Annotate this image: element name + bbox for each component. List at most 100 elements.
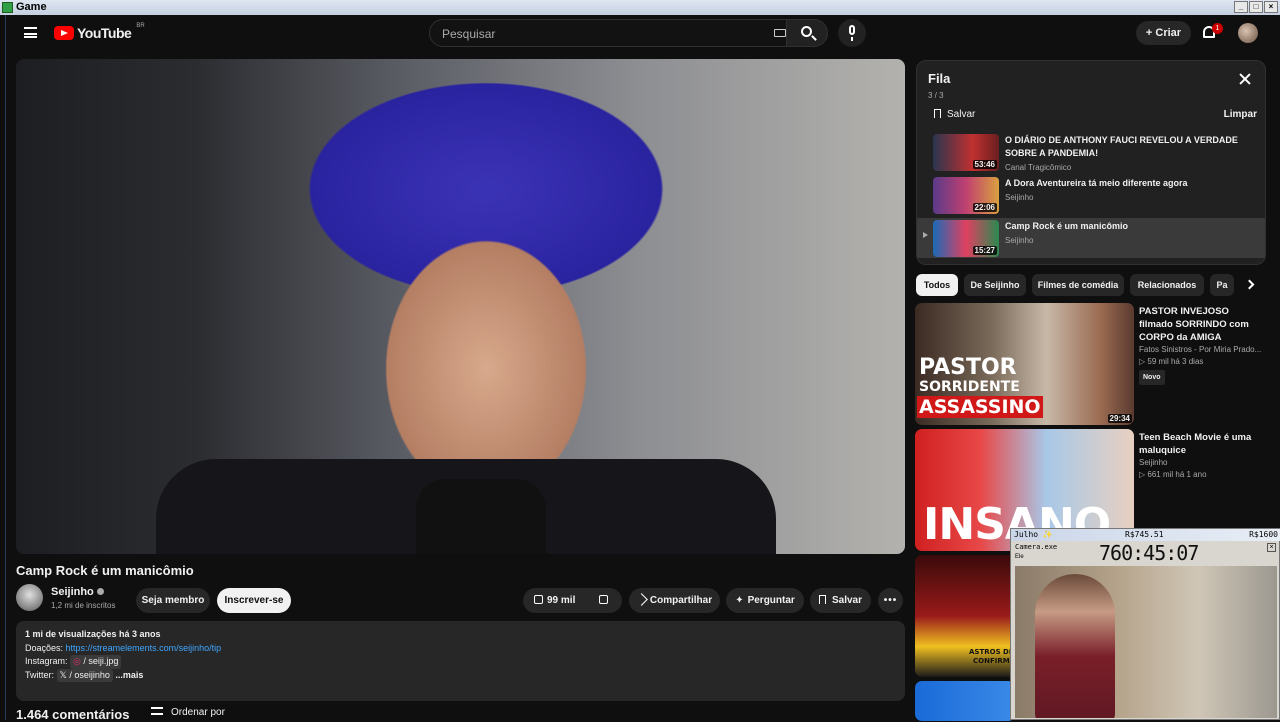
save-label: Salvar xyxy=(831,595,863,606)
camera-caption: Ele xyxy=(1015,554,1024,560)
instagram-icon: ◎ xyxy=(73,656,81,666)
thumb-text: ASSASSINO xyxy=(917,396,1043,418)
queue-item-current[interactable]: 15:27 Camp Rock é um manicômio Seijinho xyxy=(917,218,1265,258)
rec-title: PASTOR INVEJOSO filmado SORRINDO com COR… xyxy=(1139,306,1249,343)
queue-position: 3 / 3 xyxy=(928,91,944,100)
ask-button[interactable]: ✦ Perguntar xyxy=(726,588,804,613)
queue-thumbnail: 15:27 xyxy=(933,220,999,257)
join-button[interactable]: Seja membro xyxy=(136,588,210,613)
dislike-button[interactable] xyxy=(599,588,612,613)
chip-related[interactable]: Relacionados xyxy=(1130,274,1204,296)
minimize-button[interactable]: _ xyxy=(1234,1,1248,13)
queue-item-title: Camp Rock é um manicômio xyxy=(1005,221,1129,231)
rec-channel: Seijinho xyxy=(1139,458,1168,467)
queue-item[interactable]: 22:06 A Dora Aventureira tá meio diferen… xyxy=(917,175,1265,215)
now-playing-icon xyxy=(923,232,928,238)
overlay-goal: R$1600 xyxy=(1249,530,1278,539)
stream-overlay: Julho ✨ R$745.51 R$1600 Camera.exe × 760… xyxy=(1010,528,1280,720)
close-icon[interactable] xyxy=(1239,73,1251,85)
like-button[interactable]: 99 mil xyxy=(534,595,575,606)
maximize-button[interactable]: □ xyxy=(1249,1,1263,13)
queue-item[interactable]: 53:46 O DIÁRIO DE ANTHONY FAUCI REVELOU … xyxy=(917,132,1265,172)
share-button[interactable]: Compartilhar xyxy=(629,588,720,613)
chevron-right-icon[interactable] xyxy=(1244,279,1255,290)
save-button[interactable]: Salvar xyxy=(810,588,871,613)
twitter-label: Twitter: xyxy=(25,669,55,680)
search-placeholder: Pesquisar xyxy=(442,27,496,41)
chip-comedy-films[interactable]: Filmes de comédia xyxy=(1032,274,1124,296)
duration-badge: 29:34 xyxy=(1107,414,1132,423)
instagram-label: Instagram: xyxy=(25,656,68,666)
account-avatar[interactable] xyxy=(1238,23,1258,43)
keyboard-icon[interactable] xyxy=(774,29,786,37)
twitter-tag[interactable]: 𝕏 / oseijinho xyxy=(56,668,113,682)
voice-search-button[interactable] xyxy=(838,19,866,47)
search-button[interactable] xyxy=(786,19,828,47)
bookmark-icon xyxy=(818,595,826,604)
subscribe-button[interactable]: Inscrever-se xyxy=(217,588,291,613)
rec-channel: Fatos Sinistros - Por Miria Prado... xyxy=(1139,345,1262,354)
close-window-button[interactable]: × xyxy=(1264,1,1278,13)
notification-badge: 1 xyxy=(1212,23,1223,34)
donations-line: Doações: https://streamelements.com/seij… xyxy=(25,642,896,656)
description-box[interactable]: 1 mi de visualizações há 3 anos Doações:… xyxy=(16,621,905,701)
camera-close-icon[interactable]: × xyxy=(1267,543,1276,552)
menu-icon[interactable] xyxy=(24,27,37,38)
webcam-view xyxy=(1015,566,1277,718)
queue-item-title: O DIÁRIO DE ANTHONY FAUCI REVELOU A VERD… xyxy=(1005,135,1238,158)
logo-text: YouTube xyxy=(77,25,132,41)
chip-all[interactable]: Todos xyxy=(916,274,958,296)
queue-save-button[interactable]: Salvar xyxy=(934,109,975,120)
channel-name[interactable]: Seijinho xyxy=(51,586,104,598)
thumb-text: PASTOR xyxy=(919,355,1017,380)
region-code: BR xyxy=(136,23,145,29)
window-titlebar: Game _ □ × xyxy=(0,0,1280,15)
thumb-text: CONFIRMA xyxy=(973,657,1015,665)
twitter-line: Twitter: 𝕏 / oseijinho ...mais xyxy=(25,668,896,682)
ask-label: Perguntar xyxy=(747,595,795,606)
stream-timer: 760:45:07 xyxy=(1099,541,1199,565)
sort-icon xyxy=(151,707,163,715)
queue-thumbnail: 53:46 xyxy=(933,134,999,171)
duration-badge: 22:06 xyxy=(972,203,997,212)
rec-stats: ▷ 59 mil há 3 dias xyxy=(1139,357,1204,366)
youtube-logo[interactable]: YouTube BR xyxy=(54,23,145,41)
camera-window-title: Camera.exe xyxy=(1015,543,1058,551)
donations-link[interactable]: https://streamelements.com/seijinho/tip xyxy=(66,643,222,653)
chip-more[interactable]: Pa xyxy=(1210,274,1234,296)
window-controls: _ □ × xyxy=(1234,1,1278,13)
queue-item-channel: Seijinho xyxy=(1005,236,1034,245)
queue-panel: Fila 3 / 3 Salvar Limpar 53:46 O DIÁRIO … xyxy=(916,60,1266,265)
more-link[interactable]: ...mais xyxy=(115,670,143,680)
x-icon: 𝕏 xyxy=(59,669,67,680)
instagram-tag[interactable]: ◎ / seiji.jpg xyxy=(70,655,122,669)
channel-name-text: Seijinho xyxy=(51,586,94,598)
rec-thumbnail xyxy=(915,681,1015,721)
rec-title: Teen Beach Movie é uma maluquice xyxy=(1139,432,1252,456)
sort-comments-button[interactable]: Ordenar por xyxy=(151,707,225,718)
thumbs-down-icon xyxy=(599,595,608,604)
queue-thumbnail: 22:06 xyxy=(933,177,999,214)
thumbs-up-icon xyxy=(534,595,543,604)
like-dislike-group: 99 mil xyxy=(523,588,622,613)
microphone-icon xyxy=(849,25,855,41)
rec-thumbnail: PASTOR SORRIDENTE ASSASSINO 29:34 xyxy=(915,303,1134,425)
queue-item-channel: Seijinho xyxy=(1005,193,1034,202)
masthead: YouTube BR Pesquisar + Criar 1 xyxy=(6,15,1280,53)
sort-label: Ordenar por xyxy=(171,707,225,718)
subscriber-count: 1,2 mi de inscritos xyxy=(51,601,116,610)
app-icon xyxy=(2,2,13,13)
thumb-text: SORRIDENTE xyxy=(919,379,1020,395)
video-player[interactable] xyxy=(16,59,905,554)
chip-from-channel[interactable]: De Seijinho xyxy=(964,274,1026,296)
more-actions-icon[interactable]: ••• xyxy=(878,588,903,613)
create-button[interactable]: + Criar xyxy=(1136,21,1191,45)
instagram-line: Instagram: ◎ / seiji.jpg xyxy=(25,655,896,669)
video-title: Camp Rock é um manicômio xyxy=(16,563,194,578)
queue-clear-button[interactable]: Limpar xyxy=(1224,109,1257,120)
sparkle-icon: ✦ xyxy=(735,595,744,606)
channel-avatar[interactable] xyxy=(16,584,43,611)
rec-thumbnail: ASTROS DE CONFIRMA xyxy=(915,555,1015,677)
search-input[interactable]: Pesquisar xyxy=(429,19,795,47)
rec-stats: ▷ 661 mil há 1 ano xyxy=(1139,470,1207,479)
